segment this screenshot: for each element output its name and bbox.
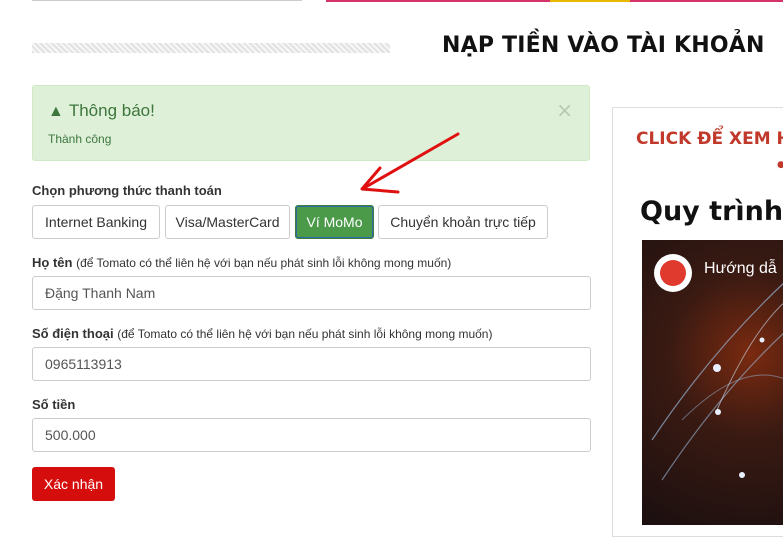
amount-label: Số tiền [32,397,76,412]
visa-mastercard-button[interactable]: Visa/MasterCard [165,205,290,239]
confirm-button[interactable]: Xác nhận [32,467,115,501]
alert-title-row: ▲ Thông báo! [48,101,155,121]
momo-button[interactable]: Ví MoMo [295,205,374,239]
red-arrow-annotation [360,132,460,194]
top-divider [32,0,302,1]
amount-input[interactable]: 500.000 [32,418,591,452]
success-alert: ▲ Thông báo! Thành công × [32,85,590,161]
payment-method-label: Chọn phương thức thanh toán [32,183,222,198]
phone-input[interactable]: 0965113913 [32,347,591,381]
name-label: Họ tên (để Tomato có thể liên hệ với bạn… [32,255,451,270]
tutorial-video[interactable]: Hướng dẫ [642,240,783,525]
click-to-view-link[interactable]: CLICK ĐỂ XEM H [636,129,783,149]
alert-title: Thông báo! [68,101,155,120]
page-title: NẠP TIỀN VÀO TÀI KHOẢN [442,33,765,58]
dot-icon: ● [777,160,783,170]
phone-label-text: Số điện thoại [32,326,114,341]
warning-icon: ▲ [48,103,64,120]
phone-label: Số điện thoại (để Tomato có thể liên hệ … [32,326,492,341]
close-icon[interactable]: × [556,100,573,120]
top-nav-bar [326,0,783,2]
alert-message: Thành công [48,132,112,146]
video-title: Hướng dẫ [704,260,777,277]
bank-transfer-button[interactable]: Chuyển khoản trực tiếp [378,205,548,239]
name-input[interactable]: Đặng Thanh Nam [32,276,591,310]
internet-banking-button[interactable]: Internet Banking [32,205,160,239]
process-heading: Quy trình [640,196,783,227]
name-hint: (để Tomato có thể liên hệ với bạn nếu ph… [76,256,452,270]
phone-hint: (để Tomato có thể liên hệ với bạn nếu ph… [117,327,493,341]
tomato-logo [654,254,692,292]
decorative-stripes [32,43,390,53]
name-label-text: Họ tên [32,255,73,270]
